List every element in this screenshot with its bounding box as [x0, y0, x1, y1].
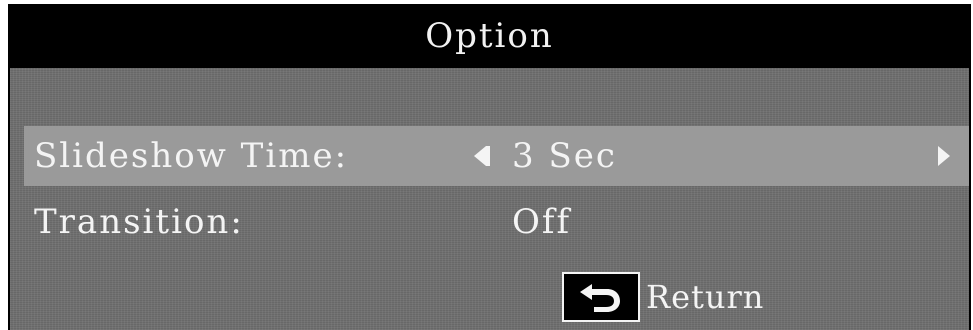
- dialog-title: Option: [425, 16, 554, 56]
- transition-value: Off: [512, 202, 572, 242]
- decrease-arrow-icon[interactable]: [474, 146, 490, 166]
- transition-row[interactable]: Transition: Off: [24, 192, 969, 252]
- return-button[interactable]: Return: [562, 271, 764, 323]
- return-label: Return: [646, 278, 765, 316]
- return-arrow-icon-graphic: [580, 284, 620, 312]
- slideshow-time-row[interactable]: Slideshow Time: 3 Sec: [24, 126, 969, 186]
- slideshow-time-label: Slideshow Time:: [34, 136, 349, 176]
- slideshow-time-value: 3 Sec: [512, 136, 617, 176]
- option-dialog: Option Slideshow Time: 3 Sec Transition:…: [8, 4, 971, 330]
- increase-arrow-icon[interactable]: [938, 146, 950, 166]
- return-arrow-icon: [562, 272, 640, 322]
- title-bar: Option: [8, 4, 971, 68]
- transition-label: Transition:: [34, 202, 244, 242]
- screen: Option Slideshow Time: 3 Sec Transition:…: [0, 0, 973, 330]
- options-panel: Slideshow Time: 3 Sec Transition: Off Re…: [10, 68, 969, 330]
